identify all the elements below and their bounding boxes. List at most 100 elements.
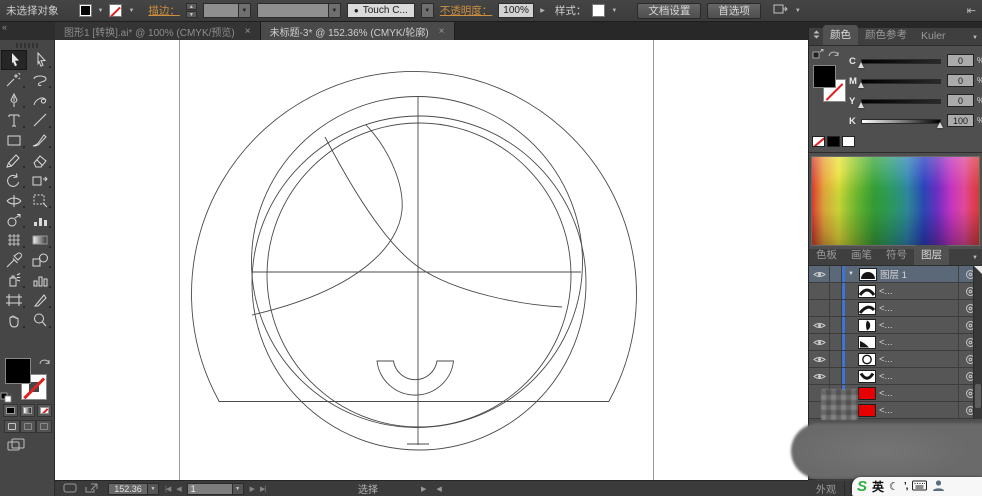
document-tab-2[interactable]: 未标题-3* @ 152.36% (CMYK/轮廓) × (261, 22, 455, 40)
blend-tool[interactable] (27, 250, 53, 270)
dropdown-arrow-icon[interactable]: ▼ (328, 4, 340, 17)
stroke-weight-stepper[interactable]: ▲ ▼ (186, 3, 197, 18)
outer-face-circle[interactable] (252, 97, 583, 428)
visibility-toggle[interactable] (809, 351, 830, 367)
expand-caret-icon[interactable]: ▼ (848, 271, 856, 277)
draw-normal-button[interactable] (4, 420, 20, 433)
close-icon[interactable]: × (439, 26, 445, 37)
workspace-icon[interactable] (773, 3, 789, 18)
last-artboard-button[interactable]: ▶| (260, 485, 265, 493)
cyan-value-input[interactable]: 0 (947, 54, 974, 67)
layer-name[interactable]: <... (879, 388, 892, 399)
scroll-arrows[interactable]: ▶◀ (421, 485, 452, 493)
layer-name[interactable]: <... (879, 320, 892, 331)
workspace-caret-icon[interactable]: ▼ (795, 8, 801, 14)
scrollbar-thumb[interactable] (975, 384, 981, 408)
visibility-toggle[interactable] (809, 368, 830, 384)
document-tab-1[interactable]: 图形1 [转换].ai* @ 100% (CMYK/预览) × (55, 22, 261, 40)
opacity-submenu-icon[interactable]: ▶ (540, 7, 545, 14)
preferences-button[interactable]: 首选项 (707, 3, 761, 19)
slider-handle[interactable] (937, 122, 943, 128)
visibility-toggle[interactable] (809, 317, 830, 333)
zoom-caret-icon[interactable]: ▼ (148, 483, 159, 495)
type-tool[interactable] (1, 110, 27, 130)
brush-definition-select[interactable]: ● Touch C... (347, 3, 415, 18)
dock-collapse-icon[interactable]: ⇤ (967, 4, 976, 17)
swap-fill-stroke-icon[interactable] (38, 356, 51, 370)
sogou-logo-icon[interactable]: S (857, 478, 867, 495)
next-artboard-button[interactable]: ▶ (250, 485, 254, 493)
visibility-toggle[interactable] (809, 334, 830, 350)
stepper-down-icon[interactable]: ▼ (186, 11, 197, 18)
slider-handle[interactable] (858, 82, 864, 88)
cyan-slider[interactable] (861, 59, 941, 64)
layer-name[interactable]: 图层 1 (880, 267, 907, 281)
pencil-tool[interactable] (1, 150, 27, 170)
layer-name[interactable]: <... (879, 405, 892, 416)
magenta-value-input[interactable]: 0 (947, 74, 974, 87)
paintbrush-tool[interactable] (27, 130, 53, 150)
zoom-tool[interactable] (27, 310, 53, 330)
magic-wand-tool[interactable] (1, 70, 27, 90)
visibility-toggle[interactable] (809, 283, 830, 299)
artboard-number-input[interactable]: 1 (187, 483, 233, 495)
lock-toggle[interactable] (830, 368, 842, 384)
layer-row[interactable]: <... (809, 351, 982, 368)
style-swatch[interactable] (592, 4, 605, 17)
layer-row[interactable]: <... (809, 300, 982, 317)
visibility-toggle[interactable] (809, 266, 830, 282)
tab-color-guide[interactable]: 颜色参考 (858, 25, 914, 45)
ime-toolbar[interactable]: S 英 ☾ ’, (852, 477, 982, 496)
smile-path[interactable] (377, 361, 454, 395)
tab-swatches[interactable]: 色板 (809, 245, 844, 265)
selection-tool[interactable] (1, 50, 27, 70)
layer-name[interactable]: <... (879, 286, 892, 297)
zoom-level-input[interactable]: 152.36 (108, 483, 148, 495)
lasso-tool[interactable] (27, 70, 53, 90)
prev-artboard-button[interactable]: ◀ (176, 485, 180, 493)
free-transform-tool[interactable] (27, 170, 53, 190)
stroke-caret-icon[interactable]: ▼ (128, 8, 134, 14)
style-caret-icon[interactable]: ▼ (611, 8, 617, 14)
tab-brushes[interactable]: 画笔 (844, 245, 879, 265)
gradient-button[interactable] (20, 404, 35, 417)
lock-toggle[interactable] (830, 300, 842, 316)
layer-name[interactable]: <... (879, 337, 892, 348)
scroll-left-icon[interactable]: ▶ (421, 486, 436, 493)
layer-row[interactable]: <... (809, 317, 982, 334)
fill-swatch[interactable] (5, 358, 31, 384)
middle-face-circle[interactable] (252, 116, 586, 450)
toolbar-dock-chevron[interactable]: « (0, 22, 55, 40)
color-options-icon[interactable] (812, 49, 824, 63)
none-swatch[interactable] (812, 136, 825, 147)
eraser-tool[interactable] (27, 150, 53, 170)
rectangle-tool[interactable] (1, 130, 27, 150)
opacity-input[interactable]: 100% (498, 3, 534, 18)
eyedropper-tool[interactable] (1, 250, 27, 270)
draw-inside-button[interactable] (36, 420, 52, 433)
black-swatch[interactable] (827, 136, 840, 147)
hand-tool[interactable] (1, 310, 27, 330)
mesh-tool[interactable] (1, 230, 27, 250)
slice-tool[interactable] (27, 290, 53, 310)
hair-curve-right[interactable] (325, 137, 562, 307)
panel-fill-swatch[interactable] (813, 65, 836, 88)
shape-builder-tool[interactable] (1, 210, 27, 230)
ime-language-toggle[interactable]: 英 (872, 478, 884, 495)
width-tool[interactable] (1, 190, 27, 210)
magenta-slider[interactable] (861, 79, 941, 84)
direct-selection-tool[interactable] (27, 50, 53, 70)
live-paint-selection-tool[interactable] (27, 210, 53, 230)
tab-kuler[interactable]: Kuler (914, 28, 953, 45)
stroke-link[interactable]: 描边： (148, 3, 180, 18)
lock-toggle[interactable] (830, 283, 842, 299)
slider-handle[interactable] (858, 62, 864, 68)
tab-appearance[interactable]: 外观 (808, 481, 845, 496)
visibility-toggle[interactable] (809, 300, 830, 316)
rotate-tool[interactable] (1, 170, 27, 190)
panel-grip[interactable] (16, 43, 38, 48)
perspective-grid-tool[interactable] (27, 190, 53, 210)
scroll-right-icon[interactable]: ◀ (436, 486, 451, 493)
yellow-slider[interactable] (861, 99, 941, 104)
gradient-tool[interactable] (27, 230, 53, 250)
